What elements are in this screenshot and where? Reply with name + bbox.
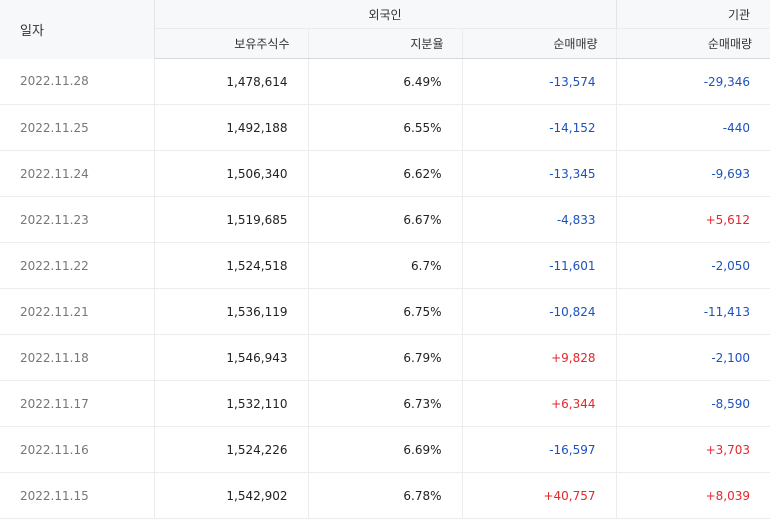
institution-net-column-header: 순매매량 — [616, 28, 771, 59]
holdings-cell: 1,492,188 — [154, 104, 309, 151]
foreign-net-cell: -11,601 — [462, 242, 617, 289]
foreign-net-cell: -4,833 — [462, 196, 617, 243]
date-cell: 2022.11.22 — [0, 242, 155, 289]
institution-net-cell: -440 — [616, 104, 771, 151]
table-row: 2022.11.23 1,519,685 6.67% -4,833 +5,612 — [0, 196, 771, 243]
table-row: 2022.11.16 1,524,226 6.69% -16,597 +3,70… — [0, 426, 771, 473]
date-cell: 2022.11.25 — [0, 104, 155, 151]
date-cell: 2022.11.23 — [0, 196, 155, 243]
foreign-group-header: 외국인 — [154, 0, 617, 29]
foreign-net-column-header: 순매매량 — [462, 28, 617, 59]
date-cell: 2022.11.16 — [0, 426, 155, 473]
institution-net-cell: -2,050 — [616, 242, 771, 289]
date-cell: 2022.11.17 — [0, 380, 155, 427]
table-header: 일자 외국인 기관 보유주식수 지분율 순매매량 순매매량 — [0, 0, 771, 59]
holdings-column-header: 보유주식수 — [154, 28, 309, 59]
table-row: 2022.11.22 1,524,518 6.7% -11,601 -2,050 — [0, 242, 771, 289]
foreign-net-cell: -10,824 — [462, 288, 617, 335]
institution-net-cell: +3,703 — [616, 426, 771, 473]
date-cell: 2022.11.28 — [0, 58, 155, 105]
table-row: 2022.11.28 1,478,614 6.49% -13,574 -29,3… — [0, 58, 771, 105]
holdings-cell: 1,524,226 — [154, 426, 309, 473]
share-ratio-column-header: 지분율 — [308, 28, 463, 59]
share-ratio-cell: 6.73% — [308, 380, 463, 427]
table-row: 2022.11.24 1,506,340 6.62% -13,345 -9,69… — [0, 150, 771, 197]
institution-net-cell: -11,413 — [616, 288, 771, 335]
institution-net-cell: -2,100 — [616, 334, 771, 381]
date-cell: 2022.11.24 — [0, 150, 155, 197]
institution-net-cell: +5,612 — [616, 196, 771, 243]
foreign-net-cell: -16,597 — [462, 426, 617, 473]
table-row: 2022.11.18 1,546,943 6.79% +9,828 -2,100 — [0, 334, 771, 381]
share-ratio-cell: 6.7% — [308, 242, 463, 289]
holdings-cell: 1,546,943 — [154, 334, 309, 381]
holdings-cell: 1,542,902 — [154, 472, 309, 519]
date-column-header: 일자 — [0, 0, 155, 59]
holdings-cell: 1,506,340 — [154, 150, 309, 197]
table-row: 2022.11.17 1,532,110 6.73% +6,344 -8,590 — [0, 380, 771, 427]
holdings-cell: 1,532,110 — [154, 380, 309, 427]
foreign-net-cell: -13,574 — [462, 58, 617, 105]
date-cell: 2022.11.18 — [0, 334, 155, 381]
date-cell: 2022.11.21 — [0, 288, 155, 335]
foreign-net-cell: -14,152 — [462, 104, 617, 151]
holdings-cell: 1,478,614 — [154, 58, 309, 105]
date-cell: 2022.11.15 — [0, 472, 155, 519]
institution-net-cell: -9,693 — [616, 150, 771, 197]
holdings-cell: 1,536,119 — [154, 288, 309, 335]
institution-net-cell: -8,590 — [616, 380, 771, 427]
institution-group-header: 기관 — [616, 0, 771, 29]
share-ratio-cell: 6.67% — [308, 196, 463, 243]
foreign-net-cell: +6,344 — [462, 380, 617, 427]
holdings-cell: 1,524,518 — [154, 242, 309, 289]
table-row: 2022.11.15 1,542,902 6.78% +40,757 +8,03… — [0, 472, 771, 519]
share-ratio-cell: 6.78% — [308, 472, 463, 519]
table-row: 2022.11.21 1,536,119 6.75% -10,824 -11,4… — [0, 288, 771, 335]
share-ratio-cell: 6.79% — [308, 334, 463, 381]
share-ratio-cell: 6.55% — [308, 104, 463, 151]
foreign-net-cell: +40,757 — [462, 472, 617, 519]
share-ratio-cell: 6.49% — [308, 58, 463, 105]
share-ratio-cell: 6.62% — [308, 150, 463, 197]
institution-net-cell: -29,346 — [616, 58, 771, 105]
foreign-net-cell: +9,828 — [462, 334, 617, 381]
share-ratio-cell: 6.75% — [308, 288, 463, 335]
share-ratio-cell: 6.69% — [308, 426, 463, 473]
holdings-cell: 1,519,685 — [154, 196, 309, 243]
foreign-net-cell: -13,345 — [462, 150, 617, 197]
institution-net-cell: +8,039 — [616, 472, 771, 519]
table-row: 2022.11.25 1,492,188 6.55% -14,152 -440 — [0, 104, 771, 151]
table-body: 2022.11.28 1,478,614 6.49% -13,574 -29,3… — [0, 58, 771, 519]
investor-trading-table: 일자 외국인 기관 보유주식수 지분율 순매매량 순매매량 2022.11.28… — [0, 0, 771, 519]
